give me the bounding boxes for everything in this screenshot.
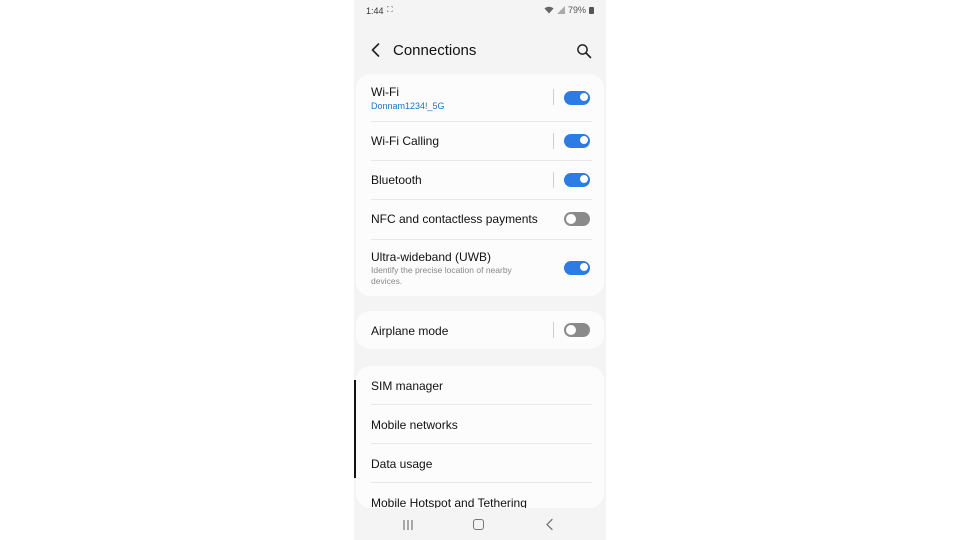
system-nav-bar xyxy=(354,510,606,540)
connections-group-mobile: SIM manager Mobile networks Data usage M… xyxy=(356,366,604,508)
wifi-toggle[interactable] xyxy=(564,91,590,105)
divider xyxy=(371,199,592,200)
setting-label: Wi-Fi Calling xyxy=(371,134,440,148)
divider xyxy=(371,443,592,444)
app-bar: Connections xyxy=(354,36,606,66)
setting-label: NFC and contactless payments xyxy=(371,212,538,226)
setting-wifi-calling[interactable]: Wi-Fi Calling xyxy=(371,128,592,154)
nav-back-icon[interactable] xyxy=(544,518,556,531)
setting-label: Ultra-wideband (UWB) xyxy=(371,250,492,264)
notification-icon: ⛶ xyxy=(387,5,393,14)
setting-label: SIM manager xyxy=(371,379,444,393)
setting-uwb[interactable]: Ultra-wideband (UWB) Identify the precis… xyxy=(371,246,592,290)
page-title: Connections xyxy=(393,42,477,59)
wifi-calling-toggle[interactable] xyxy=(564,134,590,148)
bluetooth-toggle[interactable] xyxy=(564,173,590,187)
setting-sim-manager[interactable]: SIM manager xyxy=(371,374,592,400)
setting-description: Identify the precise location of nearby … xyxy=(371,265,512,286)
setting-label: Mobile networks xyxy=(371,418,458,432)
setting-label: Airplane mode xyxy=(371,324,449,338)
battery-percent: 79% xyxy=(567,5,586,15)
setting-label: Data usage xyxy=(371,457,433,471)
recents-icon[interactable] xyxy=(402,520,414,530)
divider xyxy=(371,404,592,405)
wifi-network-name: Donnam1234!_5G xyxy=(371,101,445,111)
nfc-toggle[interactable] xyxy=(564,212,590,226)
divider xyxy=(371,121,592,122)
scrollbar[interactable] xyxy=(354,380,356,478)
setting-data-usage[interactable]: Data usage xyxy=(371,452,592,478)
search-icon[interactable] xyxy=(576,43,592,59)
airplane-mode-toggle[interactable] xyxy=(564,323,590,337)
back-arrow-icon[interactable] xyxy=(368,42,384,58)
setting-mobile-hotspot[interactable]: Mobile Hotspot and Tethering xyxy=(371,491,592,508)
connections-group-primary: Wi-Fi Donnam1234!_5G Wi-Fi Calling Bluet… xyxy=(356,74,604,296)
setting-label: Mobile Hotspot and Tethering xyxy=(371,496,527,508)
setting-label: Bluetooth xyxy=(371,173,422,187)
home-icon[interactable] xyxy=(473,519,484,530)
phone-screen: 1:44 ⛶ 79% Connections Wi-Fi Donnam1234!… xyxy=(354,0,606,540)
setting-bluetooth[interactable]: Bluetooth xyxy=(371,167,592,193)
connections-group-airplane: Airplane mode xyxy=(356,311,604,349)
setting-wifi[interactable]: Wi-Fi Donnam1234!_5G xyxy=(371,82,592,114)
status-bar: 1:44 ⛶ 79% xyxy=(354,0,606,22)
wifi-icon xyxy=(544,6,554,14)
divider xyxy=(371,160,592,161)
divider xyxy=(371,239,592,240)
divider xyxy=(371,482,592,483)
uwb-toggle[interactable] xyxy=(564,261,590,275)
battery-icon xyxy=(589,6,594,14)
setting-label: Wi-Fi xyxy=(371,85,399,99)
setting-mobile-networks[interactable]: Mobile networks xyxy=(371,413,592,439)
signal-icon xyxy=(556,6,565,14)
setting-airplane-mode[interactable]: Airplane mode xyxy=(371,317,592,343)
setting-nfc[interactable]: NFC and contactless payments xyxy=(371,206,592,232)
status-time: 1:44 xyxy=(366,6,384,16)
